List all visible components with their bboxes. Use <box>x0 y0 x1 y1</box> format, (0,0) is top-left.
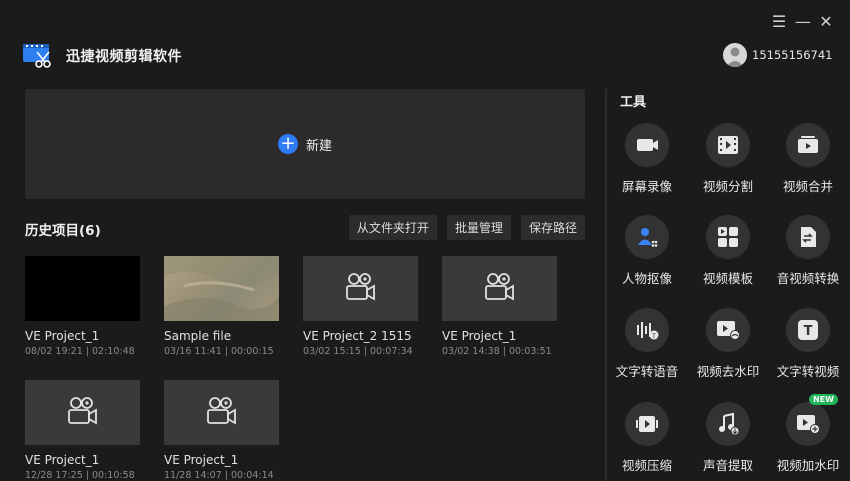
project-name: VE Project_1 <box>25 453 100 467</box>
tool-label: 视频压缩 <box>621 458 672 473</box>
video-merge-icon <box>786 123 830 167</box>
username[interactable]: 15155156741 <box>752 48 832 62</box>
project-card[interactable]: VE Project_1 11/28 14:07 | 00:04:14 <box>164 380 279 481</box>
save-path-button[interactable]: 保存路径 <box>521 215 585 240</box>
project-thumbnail <box>25 380 140 445</box>
tools-title: 工具 <box>620 95 647 110</box>
svg-text:T: T <box>651 333 656 340</box>
project-thumbnail <box>442 256 557 321</box>
app-logo-icon <box>22 41 52 69</box>
project-card[interactable]: VE Project_1 03/02 14:38 | 00:03:51 <box>442 256 557 357</box>
project-name: VE Project_1 <box>442 329 517 343</box>
tool-label: 视频模板 <box>702 271 753 286</box>
project-meta: 12/28 17:25 | 00:10:58 <box>25 470 135 481</box>
camera-icon <box>206 396 238 430</box>
tool-label: 视频去水印 <box>696 364 760 379</box>
tool-video-split[interactable]: 视频分割 <box>687 123 769 195</box>
tool-video-template[interactable]: 视频模板 <box>687 215 769 287</box>
audio-extract-icon <box>706 402 750 446</box>
new-project-button[interactable]: + 新建 <box>25 89 585 199</box>
project-card[interactable]: VE Project_1 08/02 19:21 | 02:10:48 <box>25 256 140 357</box>
project-thumbnail <box>164 256 279 321</box>
video-split-icon <box>706 123 750 167</box>
av-convert-icon <box>786 215 830 259</box>
svg-text:T: T <box>804 324 813 339</box>
tool-text-to-video[interactable]: T 文字转视频 <box>767 308 849 380</box>
app-title: 迅捷视频剪辑软件 <box>66 49 182 65</box>
project-name: VE Project_2 1515 <box>303 329 412 343</box>
tool-remove-watermark[interactable]: 视频去水印 <box>687 308 769 380</box>
menu-button[interactable]: ☰ <box>768 10 790 32</box>
camera-icon <box>345 272 377 306</box>
project-name: VE Project_1 <box>164 453 239 467</box>
project-card[interactable]: VE Project_1 12/28 17:25 | 00:10:58 <box>25 380 140 481</box>
video-compress-icon <box>625 402 669 446</box>
history-title: 历史项目(6) <box>25 223 101 239</box>
camera-icon <box>67 396 99 430</box>
project-meta: 08/02 19:21 | 02:10:48 <box>25 346 135 357</box>
new-badge: NEW <box>809 394 838 405</box>
tool-label: 文字转语音 <box>615 364 679 379</box>
open-folder-button[interactable]: 从文件夹打开 <box>349 215 437 240</box>
project-thumbnail <box>303 256 418 321</box>
tool-audio-extract[interactable]: 声音提取 <box>687 402 769 474</box>
project-name: VE Project_1 <box>25 329 100 343</box>
project-meta: 11/28 14:07 | 00:04:14 <box>164 470 274 481</box>
text-to-video-icon: T <box>786 308 830 352</box>
project-meta: 03/16 11:41 | 00:00:15 <box>164 346 274 357</box>
tool-label: 视频加水印 <box>776 458 840 473</box>
tool-label: 视频分割 <box>702 179 753 194</box>
project-card[interactable]: VE Project_2 1515 03/02 15:15 | 00:07:34 <box>303 256 418 357</box>
project-thumbnail <box>25 256 140 321</box>
screen-record-icon <box>625 123 669 167</box>
batch-manage-button[interactable]: 批量管理 <box>447 215 511 240</box>
remove-watermark-icon <box>706 308 750 352</box>
tool-screen-record[interactable]: 屏幕录像 <box>606 123 688 195</box>
avatar[interactable] <box>723 43 747 67</box>
text-to-speech-icon: T <box>625 308 669 352</box>
tool-label: 人物抠像 <box>621 271 672 286</box>
project-meta: 03/02 14:38 | 00:03:51 <box>442 346 552 357</box>
tool-add-watermark[interactable]: NEW 视频加水印 <box>767 394 849 474</box>
project-thumbnail <box>164 380 279 445</box>
new-project-label: 新建 <box>305 138 332 154</box>
person-cutout-icon <box>625 215 669 259</box>
project-meta: 03/02 15:15 | 00:07:34 <box>303 346 413 357</box>
project-card[interactable]: Sample file 03/16 11:41 | 00:00:15 <box>164 256 279 357</box>
tool-text-to-speech[interactable]: T 文字转语音 <box>606 308 688 380</box>
tool-label: 声音提取 <box>702 458 753 473</box>
tool-label: 文字转视频 <box>776 364 840 379</box>
tool-label: 屏幕录像 <box>621 179 672 194</box>
project-name: Sample file <box>164 329 232 343</box>
close-button[interactable]: ✕ <box>815 10 837 32</box>
minimize-button[interactable]: — <box>792 10 814 32</box>
tool-person-cutout[interactable]: 人物抠像 <box>606 215 688 287</box>
tool-label: 音视频转换 <box>776 271 840 286</box>
tool-av-convert[interactable]: 音视频转换 <box>767 215 849 287</box>
add-watermark-icon: NEW <box>786 394 838 446</box>
tool-label: 视频合并 <box>782 179 833 194</box>
plus-icon: + <box>277 134 298 154</box>
tool-video-merge[interactable]: 视频合并 <box>767 123 849 195</box>
tool-video-compress[interactable]: 视频压缩 <box>606 402 688 474</box>
video-template-icon <box>706 215 750 259</box>
camera-icon <box>484 272 516 306</box>
